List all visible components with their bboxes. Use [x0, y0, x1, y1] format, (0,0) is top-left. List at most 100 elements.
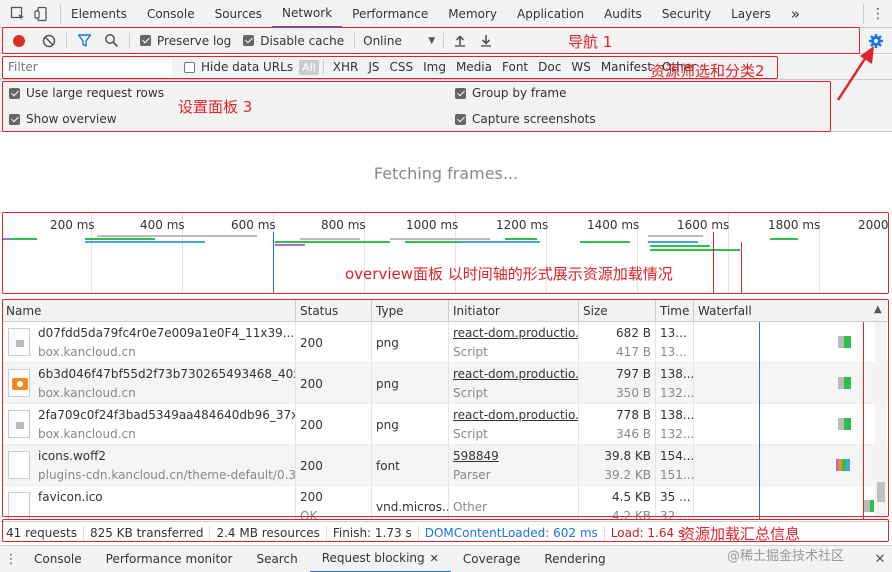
request-name: d07fdd5da79fc4r0e7e009a1e0F4_11x39...	[38, 326, 295, 340]
hide-data-urls-checkbox[interactable]	[184, 61, 195, 73]
close-drawer-icon[interactable]: ✕	[868, 552, 892, 567]
kebab-menu-icon[interactable]: ⋮	[864, 6, 892, 22]
table-row[interactable]: icons.woff2 plugins-cdn.kancloud.cn/them…	[2, 445, 888, 486]
drawer-tab-console[interactable]: Console	[22, 546, 94, 572]
record-icon[interactable]	[12, 34, 26, 48]
clear-icon[interactable]	[42, 34, 56, 48]
show-overview-label: Show overview	[26, 112, 117, 126]
request-bar	[390, 238, 490, 240]
column-header-time[interactable]: Time	[656, 300, 694, 322]
tab-security[interactable]: Security	[652, 0, 721, 28]
more-tabs-button[interactable]: »	[781, 0, 810, 28]
throttling-select[interactable]: Online ▼	[355, 34, 435, 48]
disable-cache-checkbox[interactable]	[243, 35, 255, 46]
tab-network[interactable]: Network	[272, 0, 343, 28]
annotation-overview: overview面板 以时间轴的形式展示资源加载情况	[345, 265, 673, 283]
device-toolbar-icon[interactable]	[34, 6, 50, 22]
waterfall-download-bar	[870, 500, 874, 512]
drawer-tab-performance-monitor[interactable]: Performance monitor	[94, 546, 245, 572]
chevron-down-icon: ▼	[428, 35, 436, 46]
filter-type-manifest[interactable]: Manifest	[596, 60, 657, 74]
tab-audits[interactable]: Audits	[594, 0, 652, 28]
drawer-tab-request-blocking[interactable]: Request blocking ✕	[309, 546, 451, 572]
export-har-icon[interactable]	[480, 34, 492, 47]
capture-screenshots-setting[interactable]: Capture screenshots	[455, 112, 596, 126]
filter-type-xhr[interactable]: XHR	[328, 60, 364, 74]
file-icon	[8, 451, 30, 479]
filter-type-media[interactable]: Media	[451, 60, 497, 74]
request-bar	[97, 235, 257, 237]
column-header-type[interactable]: Type	[372, 300, 449, 322]
search-icon[interactable]	[104, 33, 119, 48]
devtools-main-tabbar: Elements Console Sources Network Perform…	[0, 0, 892, 28]
show-overview-setting[interactable]: Show overview	[9, 112, 117, 126]
drawer-tab-coverage[interactable]: Coverage	[451, 546, 533, 572]
watermark-text: @稀土掘金技术社区	[727, 549, 845, 564]
inspect-element-icon[interactable]	[10, 6, 26, 22]
load-event-marker	[741, 242, 742, 294]
tick-label: 1200 ms	[496, 218, 549, 232]
filter-funnel-icon[interactable]	[77, 33, 92, 48]
waterfall-load-line	[863, 322, 864, 520]
request-latency: 132...	[660, 386, 694, 400]
preserve-log-checkbox[interactable]	[140, 35, 151, 46]
sort-ascending-icon[interactable]: ▲	[874, 304, 882, 315]
column-header-waterfall[interactable]: Waterfall	[694, 300, 874, 322]
request-initiator[interactable]: react-dom.productio...	[453, 408, 578, 422]
filter-type-all[interactable]: All	[299, 59, 319, 75]
tab-elements[interactable]: Elements	[61, 0, 137, 28]
tick-label: 1800 ms	[768, 218, 821, 232]
large-rows-checkbox[interactable]	[9, 87, 20, 99]
tab-sources[interactable]: Sources	[205, 0, 272, 28]
filter-type-ws[interactable]: WS	[566, 60, 595, 74]
tab-memory[interactable]: Memory	[438, 0, 507, 28]
request-initiator[interactable]: react-dom.productio...	[453, 367, 578, 381]
request-type: vnd.micros...	[376, 500, 449, 514]
import-har-icon[interactable]	[454, 34, 466, 47]
table-row[interactable]: 2fa709c0f24f3bad5349aa484640db96_37x34..…	[2, 404, 888, 445]
group-by-frame-checkbox[interactable]	[455, 87, 466, 99]
request-resource-size: 39.2 KB	[604, 468, 651, 482]
drawer-tab-rendering[interactable]: Rendering	[532, 546, 617, 572]
tick-label: 200 ms	[50, 218, 95, 232]
column-header-initiator[interactable]: Initiator	[449, 300, 579, 322]
tab-performance[interactable]: Performance	[342, 0, 438, 28]
filter-input[interactable]	[4, 58, 172, 76]
tick-label: 2000	[858, 218, 889, 232]
request-initiator[interactable]: react-dom.productio...	[453, 326, 578, 340]
large-rows-setting[interactable]: Use large request rows	[9, 86, 164, 100]
drawer-tab-search[interactable]: Search	[244, 546, 309, 572]
show-overview-checkbox[interactable]	[9, 113, 20, 125]
request-time: 35 ...	[660, 490, 691, 504]
table-row[interactable]: 6b3d046f47bf55d2f73b730265493468_40x38..…	[2, 363, 888, 404]
request-latency: 132...	[660, 427, 694, 441]
filter-type-css[interactable]: CSS	[384, 60, 418, 74]
annotation-filter: 资源筛选和分类2	[650, 62, 765, 80]
filter-type-doc[interactable]: Doc	[533, 60, 566, 74]
tab-console[interactable]: Console	[137, 0, 205, 28]
close-icon[interactable]: ✕	[430, 552, 439, 565]
drawer-menu-icon[interactable]: ⋮	[0, 552, 22, 567]
group-by-frame-setting[interactable]: Group by frame	[455, 86, 566, 100]
column-header-status[interactable]: Status	[296, 300, 372, 322]
scrollbar-thumb[interactable]	[877, 482, 885, 502]
request-bar	[85, 241, 205, 243]
table-row[interactable]: d07fdd5da79fc4r0e7e009a1e0F4_11x39... bo…	[2, 322, 888, 363]
request-status: 200	[300, 336, 323, 350]
drawer-tab-label: Request blocking	[321, 551, 425, 565]
request-bar	[2, 238, 10, 240]
column-header-size[interactable]: Size	[579, 300, 656, 322]
tab-layers[interactable]: Layers	[721, 0, 781, 28]
request-initiator[interactable]: 598849	[453, 449, 499, 463]
tab-application[interactable]: Application	[507, 0, 594, 28]
request-bar	[275, 244, 305, 246]
request-size: 778 B	[616, 408, 651, 422]
filter-type-js[interactable]: JS	[363, 60, 384, 74]
request-resource-size: 346 B	[616, 427, 651, 441]
vertical-scrollbar[interactable]	[875, 322, 887, 520]
filter-type-font[interactable]: Font	[497, 60, 533, 74]
filter-type-img[interactable]: Img	[418, 60, 451, 74]
capture-screenshots-checkbox[interactable]	[455, 113, 466, 125]
column-header-name[interactable]: Name	[2, 300, 296, 322]
network-toolbar: Preserve log Disable cache Online ▼	[0, 28, 892, 54]
